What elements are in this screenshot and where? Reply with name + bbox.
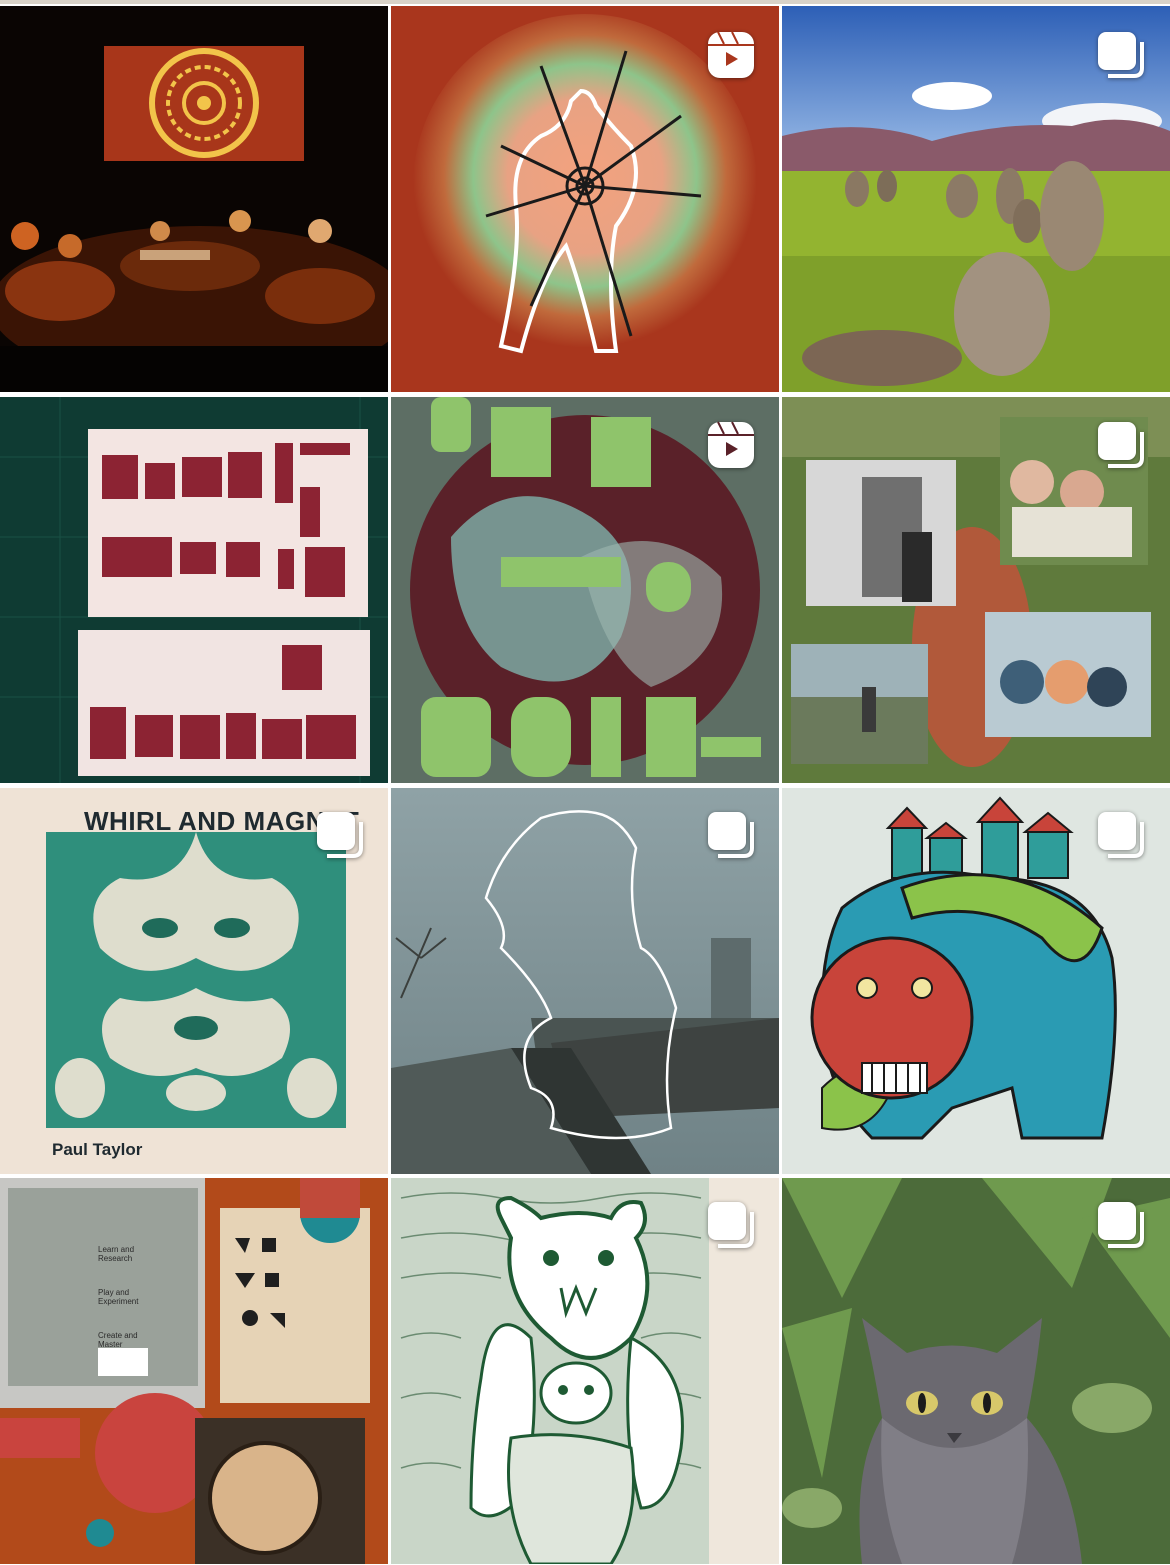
carousel-icon	[315, 810, 365, 860]
workshop-step-1: Learn and Research	[98, 1245, 135, 1263]
grid-row-partial	[0, 0, 1170, 4]
carousel-icon	[706, 810, 756, 860]
post-grid: WHIRL AND MAGNET Paul Taylor Learn and R…	[0, 0, 1170, 1565]
carousel-icon	[1096, 1200, 1146, 1250]
post-tile-workshop[interactable]: Learn and Research Play and Experiment C…	[0, 1178, 388, 1564]
carousel-icon	[1096, 810, 1146, 860]
reels-icon	[706, 420, 756, 470]
concert-image	[0, 6, 388, 392]
reels-icon	[706, 30, 756, 80]
workshop-step-3: Create and Master	[98, 1331, 138, 1349]
album-artist: Paul Taylor	[52, 1140, 143, 1159]
post-tile-concert[interactable]	[0, 6, 388, 392]
carousel-icon	[706, 1200, 756, 1250]
workshop-collage	[0, 1178, 388, 1564]
bonjour-cutout-letters	[0, 397, 388, 783]
workshop-step-2: Play and Experiment	[98, 1288, 139, 1306]
post-tile-bonjour[interactable]	[0, 397, 388, 783]
carousel-icon	[1096, 30, 1146, 80]
carousel-icon	[1096, 420, 1146, 470]
